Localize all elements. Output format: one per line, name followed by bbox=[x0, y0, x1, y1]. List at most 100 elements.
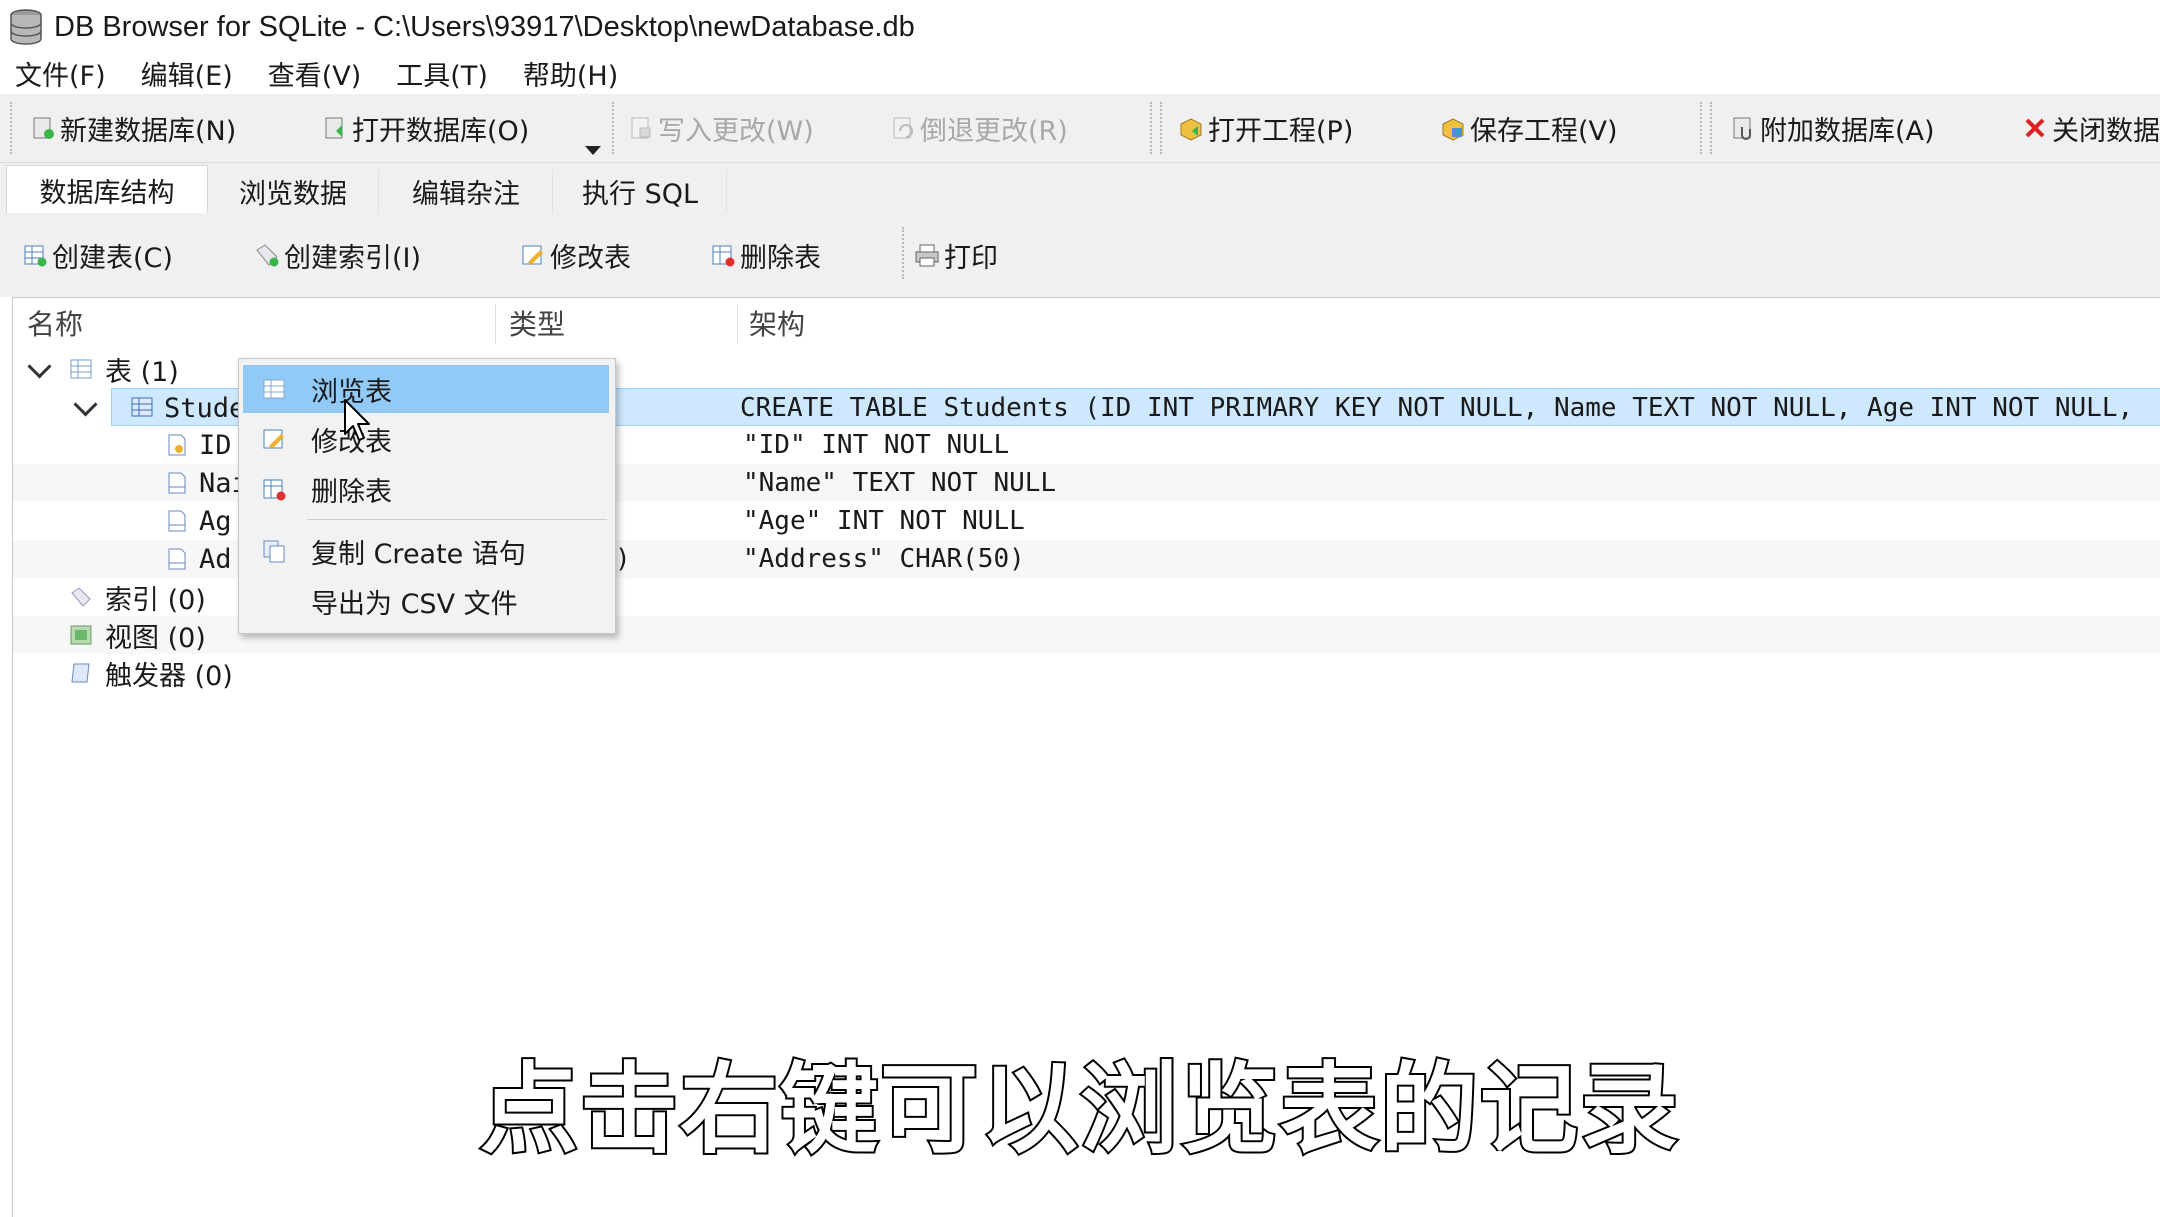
write-changes-icon bbox=[631, 117, 651, 139]
tab-browse-data[interactable]: 浏览数据 bbox=[208, 169, 379, 213]
menu-view[interactable]: 查看(V) bbox=[268, 54, 362, 93]
tree-node-triggers[interactable]: 触发器 (0) bbox=[13, 654, 2160, 692]
column-header-type[interactable]: 类型 bbox=[509, 298, 565, 348]
new-database-label: 新建数据库(N) bbox=[60, 115, 237, 147]
open-project-label: 打开工程(P) bbox=[1208, 115, 1354, 147]
create-table-icon bbox=[24, 245, 47, 267]
tab-edit-pragmas[interactable]: 编辑杂注 bbox=[380, 169, 553, 213]
mouse-cursor-icon bbox=[344, 399, 370, 441]
chevron-down-icon[interactable] bbox=[27, 354, 52, 379]
database-icon bbox=[10, 9, 42, 45]
table-schema: CREATE TABLE Students (ID INT PRIMARY KE… bbox=[740, 393, 2134, 423]
menu-edit[interactable]: 编辑(E) bbox=[141, 54, 233, 93]
tab-database-structure[interactable]: 数据库结构 bbox=[6, 165, 208, 214]
context-menu-label: 复制 Create 语句 bbox=[311, 538, 526, 570]
open-database-icon bbox=[325, 117, 343, 139]
column-header-name[interactable]: 名称 bbox=[27, 298, 83, 348]
field-name: Ag bbox=[199, 505, 232, 537]
main-toolbar: 新建数据库(N) 打开数据库(O) 写入更改(W) 倒退更改(R) 打开工程(P… bbox=[0, 94, 2160, 163]
structure-toolbar: 创建表(C) 创建索引(I) 修改表 删除表 打印 bbox=[0, 213, 2160, 297]
create-index-icon bbox=[256, 244, 279, 267]
delete-table-label: 删除表 bbox=[740, 242, 821, 274]
field-schema: "Name" TEXT NOT NULL bbox=[743, 468, 1057, 498]
create-table-label: 创建表(C) bbox=[52, 242, 173, 274]
save-project-label: 保存工程(V) bbox=[1470, 115, 1618, 147]
modify-table-button[interactable]: 修改表 bbox=[520, 233, 631, 277]
field-schema: "Age" INT NOT NULL bbox=[743, 506, 1025, 536]
revert-changes-button[interactable]: 倒退更改(R) bbox=[890, 106, 1068, 150]
context-menu-export-csv[interactable]: 导出为 CSV 文件 bbox=[243, 577, 609, 625]
table-icon bbox=[263, 379, 285, 399]
create-index-button[interactable]: 创建索引(I) bbox=[254, 233, 421, 277]
write-changes-button[interactable]: 写入更改(W) bbox=[628, 106, 814, 150]
open-database-dropdown-arrow[interactable] bbox=[585, 146, 601, 155]
toolbar-separator bbox=[612, 102, 614, 154]
open-project-icon bbox=[1180, 118, 1202, 141]
menu-help[interactable]: 帮助(H) bbox=[523, 54, 618, 93]
tab-execute-sql[interactable]: 执行 SQL bbox=[554, 169, 727, 213]
field-schema: "ID" INT NOT NULL bbox=[743, 430, 1010, 460]
write-changes-label: 写入更改(W) bbox=[658, 115, 814, 147]
context-menu-browse-table[interactable]: 浏览表 bbox=[243, 365, 609, 413]
tree-node-label: 表 (1) bbox=[105, 356, 179, 388]
create-index-label: 创建索引(I) bbox=[284, 242, 422, 274]
context-menu: 浏览表 修改表 删除表 复制 Create 语句 导出为 CSV 文件 bbox=[238, 358, 616, 634]
chevron-down-icon[interactable] bbox=[73, 392, 98, 417]
index-icon bbox=[71, 587, 91, 607]
menu-file[interactable]: 文件(F) bbox=[15, 54, 106, 93]
toolbar-grip bbox=[1160, 102, 1162, 154]
video-subtitle: 点击右键可以浏览表的记录 bbox=[478, 1051, 1680, 1169]
delete-table-button[interactable]: 删除表 bbox=[710, 233, 821, 277]
primary-key-field-icon bbox=[168, 434, 186, 456]
open-project-button[interactable]: 打开工程(P) bbox=[1178, 106, 1353, 150]
context-menu-label: 删除表 bbox=[311, 476, 392, 508]
field-icon bbox=[168, 472, 186, 494]
context-menu-copy-create-statement[interactable]: 复制 Create 语句 bbox=[243, 527, 609, 575]
tab-bar: 数据库结构 浏览数据 编辑杂注 执行 SQL bbox=[0, 163, 2160, 214]
menu-tools[interactable]: 工具(T) bbox=[396, 54, 488, 93]
field-type-fragment: ) bbox=[615, 544, 631, 574]
revert-changes-icon bbox=[893, 117, 913, 139]
field-name: ID bbox=[199, 429, 232, 461]
close-database-label: 关闭数据 bbox=[2052, 115, 2160, 147]
context-menu-separator bbox=[307, 519, 607, 520]
modify-table-label: 修改表 bbox=[550, 242, 631, 274]
column-header-schema[interactable]: 架构 bbox=[749, 298, 805, 348]
view-icon bbox=[70, 625, 92, 645]
menu-bar: 文件(F) 编辑(E) 查看(V) 工具(T) 帮助(H) bbox=[0, 54, 2160, 92]
delete-table-icon bbox=[263, 479, 286, 501]
context-menu-modify-table[interactable]: 修改表 bbox=[243, 415, 609, 463]
table-icon bbox=[131, 397, 153, 417]
attach-database-icon bbox=[1733, 117, 1751, 140]
new-database-button[interactable]: 新建数据库(N) bbox=[30, 106, 236, 150]
context-menu-label: 导出为 CSV 文件 bbox=[311, 588, 518, 620]
create-table-button[interactable]: 创建表(C) bbox=[22, 233, 173, 277]
toolbar-grip bbox=[1710, 102, 1712, 154]
new-database-icon bbox=[33, 117, 54, 139]
toolbar-grip bbox=[10, 102, 12, 154]
close-database-button[interactable]: 关闭数据 bbox=[2022, 106, 2160, 150]
toolbar-separator bbox=[1150, 102, 1152, 154]
context-menu-delete-table[interactable]: 删除表 bbox=[243, 465, 609, 513]
field-icon bbox=[168, 548, 186, 570]
attach-database-button[interactable]: 附加数据库(A) bbox=[1730, 106, 1935, 150]
close-icon bbox=[2025, 118, 2045, 138]
field-schema: "Address" CHAR(50) bbox=[743, 544, 1025, 574]
table-icon bbox=[70, 359, 92, 379]
column-divider[interactable] bbox=[737, 304, 738, 344]
window-title: DB Browser for SQLite - C:\Users\93917\D… bbox=[54, 10, 915, 43]
save-project-button[interactable]: 保存工程(V) bbox=[1440, 106, 1618, 150]
tree-node-label: 视图 (0) bbox=[105, 622, 206, 654]
field-name: Ad bbox=[199, 543, 232, 575]
printer-icon bbox=[915, 244, 939, 267]
modify-table-icon bbox=[263, 429, 284, 449]
tree-node-label: 索引 (0) bbox=[105, 584, 206, 616]
column-divider[interactable] bbox=[495, 304, 496, 344]
modify-table-icon bbox=[522, 245, 543, 265]
open-database-button[interactable]: 打开数据库(O) bbox=[322, 106, 529, 150]
field-icon bbox=[168, 510, 186, 532]
print-label: 打印 bbox=[944, 242, 998, 274]
print-button[interactable]: 打印 bbox=[914, 233, 998, 277]
attach-database-label: 附加数据库(A) bbox=[1760, 115, 1935, 147]
revert-changes-label: 倒退更改(R) bbox=[920, 115, 1068, 147]
